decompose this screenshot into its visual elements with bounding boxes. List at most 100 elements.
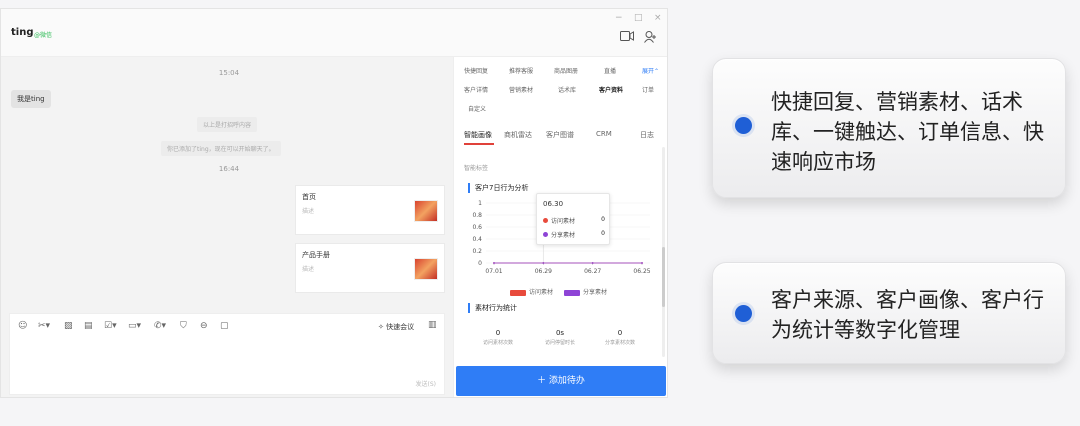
- expand-button[interactable]: 展开⌃: [642, 66, 659, 75]
- tool-tag[interactable]: 直播: [604, 66, 616, 75]
- y-tick-label: 0.2: [472, 248, 482, 255]
- customer-side-panel: 快捷回复 推荐客服 商品图册 直播 展开⌃ 客户详情 营销素材 话术库 客户资料…: [453, 57, 667, 397]
- active-tab-indicator: [464, 143, 494, 145]
- card-title: 首页: [302, 193, 316, 201]
- material-stats-title: 素材行为统计: [468, 303, 517, 313]
- panel-scrollbar[interactable]: [662, 147, 665, 357]
- y-tick-label: 0: [478, 260, 482, 267]
- series-dot: [543, 218, 548, 223]
- scissors-icon[interactable]: ✂▾: [38, 321, 50, 331]
- add-todo-button[interactable]: ＋ 添加待办: [456, 366, 666, 396]
- add-member-icon[interactable]: [644, 31, 657, 46]
- tool-tag[interactable]: 商品图册: [554, 66, 578, 75]
- legend-item[interactable]: 访问素材: [510, 287, 553, 296]
- folder-icon[interactable]: ▭▾: [128, 321, 141, 331]
- bullet-dot: [735, 117, 752, 134]
- tool-tag[interactable]: 客户详情: [464, 85, 488, 94]
- x-tick-label: 07.01: [485, 268, 502, 275]
- tab-customer-graph[interactable]: 客户图谱: [546, 130, 574, 140]
- tooltip-row: 访问素材 0: [543, 216, 605, 225]
- app-window: ting @微信 − □ × 15:04 我是ting 以上是打招呼内容 你已添…: [0, 8, 668, 398]
- scrollbar-thumb[interactable]: [662, 247, 665, 307]
- stat-label: 分享素材次数: [604, 340, 635, 346]
- data-point: [641, 262, 643, 264]
- data-point: [591, 262, 594, 264]
- card-thumbnail: [414, 200, 438, 222]
- tooltip-row: 分享素材 0: [543, 230, 605, 239]
- stat-label: 访问素材次数: [482, 340, 513, 346]
- card-title: 产品手册: [302, 251, 330, 259]
- chart-tooltip: 06.30 访问素材 0 分享素材 0: [536, 193, 610, 245]
- tab-smart-profile[interactable]: 智能画像: [464, 130, 492, 140]
- close-icon[interactable]: ×: [654, 13, 662, 23]
- screen-icon[interactable]: ▢: [220, 321, 229, 331]
- title-bar: ting @微信 − □ ×: [1, 9, 667, 57]
- feature-callout: 客户来源、客户画像、客户行为统计等数字化管理: [712, 262, 1066, 364]
- stat-value: 0: [495, 329, 501, 337]
- tool-tag[interactable]: 营销素材: [509, 85, 533, 94]
- tool-tag[interactable]: 订单: [642, 85, 654, 94]
- wechat-tag: @微信: [34, 32, 53, 39]
- stat-value: 0s: [555, 329, 565, 337]
- video-call-icon[interactable]: [620, 31, 634, 44]
- feature-callout: 快捷回复、营销素材、话术库、一键触达、订单信息、快速响应市场: [712, 58, 1066, 198]
- calendar-icon[interactable]: ☑▾: [104, 321, 117, 331]
- quick-meeting-label: 快速会议: [386, 323, 415, 331]
- x-tick-label: 06.27: [584, 268, 601, 275]
- system-message: 以上是打招呼内容: [197, 117, 258, 132]
- emoji-icon[interactable]: ☺: [18, 321, 27, 331]
- chat-area: 15:04 我是ting 以上是打招呼内容 你已添加了ting，现在可以开始聊天…: [1, 57, 453, 311]
- system-message: 你已添加了ting，现在可以开始聊天了。: [161, 141, 281, 156]
- tab-crm[interactable]: CRM: [596, 130, 612, 138]
- x-tick-label: 06.25: [633, 268, 650, 275]
- tab-opportunity-radar[interactable]: 商机雷达: [504, 130, 532, 140]
- card-subtitle: 描述: [302, 266, 315, 273]
- y-tick-label: 0.8: [472, 212, 482, 219]
- message-input-area[interactable]: ☺ ✂▾ ▨ ▤ ☑▾ ▭▾ ✆▾ ⛉ ⊖ ▢ ✧ 快速会议 ▥ 发送(S): [9, 313, 445, 395]
- maximize-icon[interactable]: □: [634, 13, 643, 23]
- tool-tag[interactable]: 自定义: [468, 104, 486, 113]
- y-tick-label: 0.4: [472, 236, 482, 243]
- tool-tag[interactable]: 话术库: [558, 85, 576, 94]
- stat-item: 0 分享素材次数: [590, 329, 650, 346]
- tooltip-label: 访问素材: [551, 218, 576, 225]
- card-subtitle: 描述: [302, 208, 315, 215]
- tooltip-label: 分享素材: [551, 232, 576, 239]
- data-point: [542, 262, 545, 264]
- tooltip-value: 0: [601, 230, 605, 237]
- card-thumbnail: [414, 258, 438, 280]
- stat-label: 访问停留时长: [544, 340, 575, 346]
- phone-icon[interactable]: ✆▾: [154, 321, 166, 331]
- tool-tag[interactable]: 快捷回复: [464, 66, 488, 75]
- data-point: [493, 262, 495, 264]
- legend-item[interactable]: 分享素材: [564, 287, 607, 296]
- tab-log[interactable]: 日志: [640, 130, 654, 140]
- behavior-analysis-title: 客户7日行为分析: [468, 183, 528, 193]
- legend-swatch: [510, 289, 526, 296]
- tool-tag[interactable]: 客户资料: [599, 85, 623, 94]
- shield-icon[interactable]: ⛉: [180, 321, 187, 331]
- series-dot: [543, 232, 548, 237]
- minimize-icon[interactable]: −: [615, 13, 623, 23]
- document-icon[interactable]: ▤: [84, 321, 93, 331]
- more-icon[interactable]: ⊖: [200, 321, 208, 331]
- quick-meeting-button[interactable]: ✧ 快速会议: [378, 322, 414, 332]
- tooltip-value: 0: [601, 216, 605, 223]
- stat-value: 0: [617, 329, 623, 337]
- stat-item: 0s 访问停留时长: [530, 329, 590, 346]
- image-icon[interactable]: ▨: [64, 321, 73, 331]
- message-bubble[interactable]: 我是ting: [11, 90, 51, 108]
- link-card[interactable]: 首页 描述: [295, 185, 445, 235]
- sidebar-toggle-icon[interactable]: ▥: [428, 320, 437, 330]
- legend-swatch: [564, 289, 580, 296]
- contact-name: ting: [11, 27, 34, 38]
- x-tick-label: 06.29: [535, 268, 552, 275]
- timestamp: 16:44: [218, 165, 240, 173]
- smart-label-heading: 智能标签: [464, 165, 489, 172]
- tool-tag[interactable]: 推荐客服: [509, 66, 533, 75]
- y-tick-label: 1: [478, 200, 482, 207]
- link-card[interactable]: 产品手册 描述: [295, 243, 445, 293]
- tooltip-date: 06.30: [543, 200, 564, 208]
- timestamp: 15:04: [218, 69, 240, 77]
- stat-item: 0 访问素材次数: [468, 329, 528, 346]
